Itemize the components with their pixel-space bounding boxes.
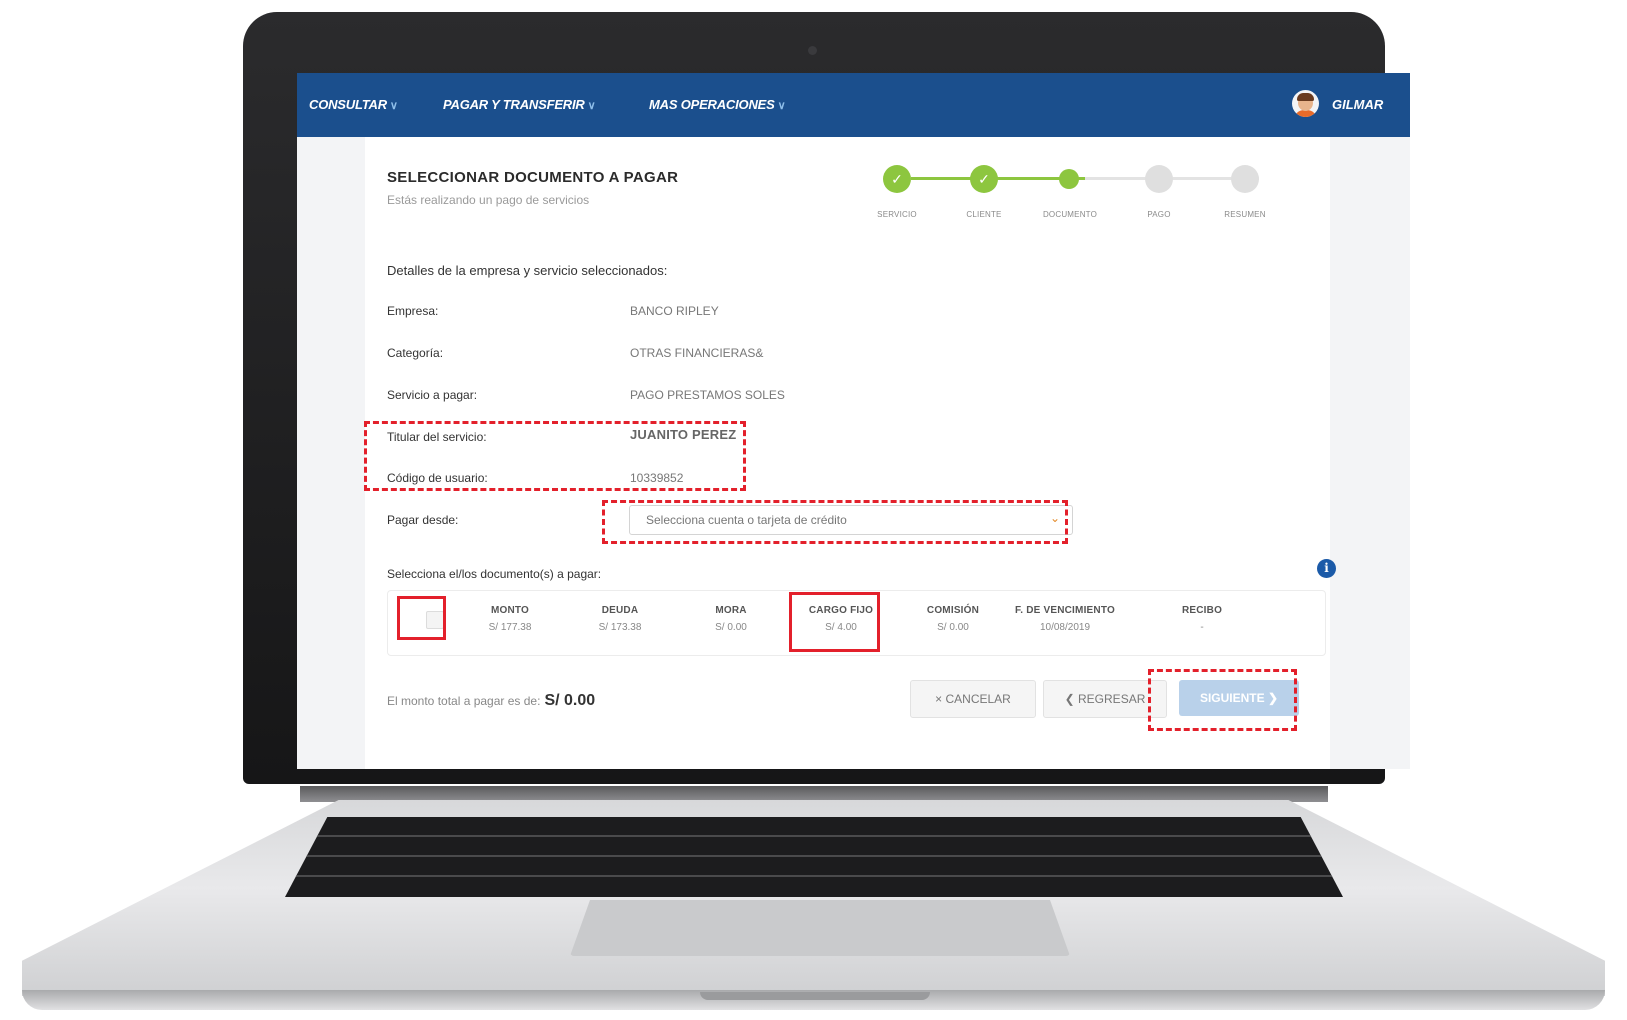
column-monto: MONTO S/ 177.38 [450, 605, 570, 633]
step-label-servicio: SERVICIO [877, 210, 917, 219]
user-name[interactable]: GILMAR [1332, 97, 1383, 112]
total-label: El monto total a pagar es de: [387, 694, 541, 708]
column-header: RECIBO [1181, 605, 1223, 616]
column-header: MONTO [490, 605, 530, 616]
column-mora: MORA S/ 0.00 [671, 605, 791, 633]
step-label-cliente: CLIENTE [966, 210, 1002, 219]
categoria-value: OTRAS FINANCIERAS& [630, 346, 764, 360]
keyboard-row [285, 835, 1343, 837]
camera-icon [808, 46, 817, 55]
info-icon[interactable]: i [1317, 559, 1336, 578]
highlight-titular-codigo [364, 421, 746, 491]
top-navigation-bar: CONSULTAR ∨ PAGAR Y TRANSFERIR ∨ MAS OPERA… [297, 73, 1410, 137]
chevron-down-icon: ∨ [389, 100, 398, 112]
nav-mas-operaciones[interactable]: MAS OPERACIONES ∨ [649, 97, 786, 112]
nav-label: CONSULTAR [309, 97, 387, 112]
laptop-notch [700, 992, 930, 1000]
categoria-label: Categoría: [387, 346, 444, 360]
total-text: El monto total a pagar es de: S/ 0.00 [387, 692, 595, 710]
step-resumen-pending [1231, 165, 1259, 193]
cancel-button[interactable]: × CANCELAR [910, 680, 1036, 718]
column-value: - [1200, 622, 1204, 633]
check-icon: ✓ [978, 171, 990, 187]
column-fecha-vencimiento: F. DE VENCIMIENTO 10/08/2019 [995, 605, 1135, 633]
column-value: S/ 0.00 [715, 622, 747, 633]
step-label-documento: DOCUMENTO [1042, 210, 1098, 219]
highlight-next-button [1148, 669, 1297, 731]
documents-heading: Selecciona el/los documento(s) a pagar: [387, 567, 602, 581]
column-header: DEUDA [601, 605, 639, 616]
servicio-value: PAGO PRESTAMOS SOLES [630, 388, 785, 402]
step-label-pago: PAGO [1147, 210, 1171, 219]
page-title: SELECCIONAR DOCUMENTO A PAGAR [387, 169, 679, 186]
keyboard-row [285, 875, 1343, 877]
step-pago-pending [1145, 165, 1173, 193]
laptop-trackpad [570, 900, 1070, 956]
step-servicio-done: ✓ [883, 165, 911, 193]
laptop-keyboard [285, 817, 1343, 897]
step-label-resumen: RESUMEN [1224, 210, 1266, 219]
column-value: 10/08/2019 [1039, 622, 1091, 633]
column-header: F. DE VENCIMIENTO [1015, 605, 1115, 616]
highlight-pay-from [602, 500, 1068, 544]
column-value: S/ 177.38 [488, 622, 532, 633]
keyboard-row [285, 855, 1343, 857]
highlight-cargo-fijo [789, 592, 880, 652]
chevron-down-icon: ∨ [587, 100, 596, 112]
step-documento-current [1059, 169, 1079, 189]
details-heading: Detalles de la empresa y servicio selecc… [387, 263, 668, 278]
avatar-hair [1297, 93, 1314, 101]
empresa-value: BANCO RIPLEY [630, 304, 719, 318]
total-amount: S/ 0.00 [544, 692, 596, 709]
nav-label: MAS OPERACIONES [649, 97, 775, 112]
avatar-shirt [1294, 110, 1317, 117]
avatar[interactable] [1292, 90, 1319, 117]
step-cliente-done: ✓ [970, 165, 998, 193]
column-recibo: RECIBO - [1142, 605, 1262, 633]
check-icon: ✓ [891, 171, 903, 187]
chevron-down-icon: ∨ [777, 100, 786, 112]
column-header: MORA [715, 605, 747, 616]
laptop-hinge [300, 786, 1328, 802]
page-subtitle: Estás realizando un pago de servicios [387, 193, 590, 207]
highlight-checkbox [397, 596, 446, 640]
nav-pagar-y-transferir[interactable]: PAGAR Y TRANSFERIR ∨ [443, 97, 596, 112]
nav-consultar[interactable]: CONSULTAR ∨ [309, 97, 398, 112]
nav-label: PAGAR Y TRANSFERIR [443, 97, 585, 112]
column-value: S/ 173.38 [598, 622, 642, 633]
pagar-desde-label: Pagar desde: [387, 513, 459, 527]
column-deuda: DEUDA S/ 173.38 [560, 605, 680, 633]
empresa-label: Empresa: [387, 304, 439, 318]
servicio-label: Servicio a pagar: [387, 388, 478, 402]
